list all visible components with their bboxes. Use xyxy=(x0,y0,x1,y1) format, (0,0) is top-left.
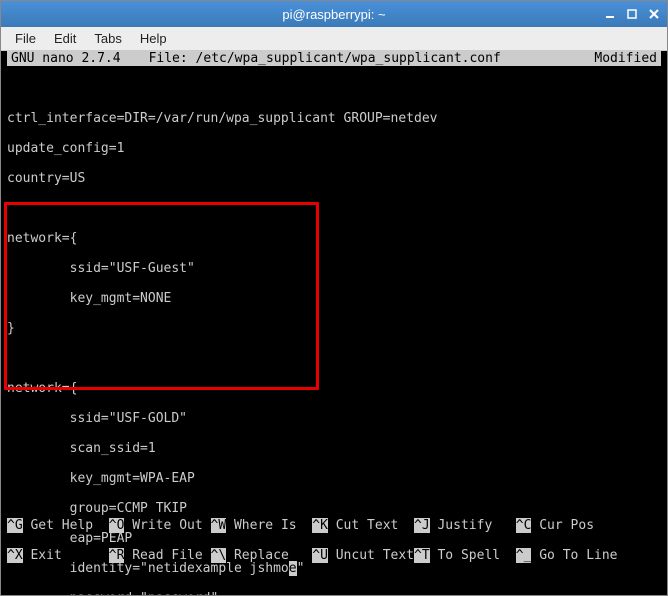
shortcut-label: Get Help xyxy=(23,518,109,533)
shortcut-key: ^\ xyxy=(211,548,227,563)
shortcut-label: Cur Pos xyxy=(531,518,594,533)
window-titlebar: pi@raspberrypi: ~ xyxy=(1,1,667,27)
shortcut-label: Where Is xyxy=(226,518,312,533)
shortcut-label: Read File xyxy=(124,548,210,563)
terminal-window: pi@raspberrypi: ~ File Edit Tabs Help GN… xyxy=(0,0,668,596)
code-line: key_mgmt=WPA-EAP xyxy=(7,471,661,486)
shortcut-key: ^T xyxy=(414,548,430,563)
code-line: scan_ssid=1 xyxy=(7,441,661,456)
code-line xyxy=(7,351,661,366)
menu-tabs[interactable]: Tabs xyxy=(86,28,129,49)
code-line: ctrl_interface=DIR=/var/run/wpa_supplica… xyxy=(7,111,661,126)
shortcut-key: ^C xyxy=(516,518,532,533)
shortcut-label: Go To Line xyxy=(531,548,617,563)
shortcut-label: Replace xyxy=(226,548,312,563)
shortcut-key: ^O xyxy=(109,518,125,533)
window-title: pi@raspberrypi: ~ xyxy=(1,7,667,22)
shortcut-label: Exit xyxy=(23,548,109,563)
shortcut-key: ^J xyxy=(414,518,430,533)
maximize-button[interactable] xyxy=(623,6,641,22)
nano-app-name: GNU nano 2.7.4 xyxy=(11,51,121,66)
code-line xyxy=(7,201,661,216)
shortcut-key: ^G xyxy=(7,518,23,533)
minimize-button[interactable] xyxy=(601,6,619,22)
shortcut-key: ^K xyxy=(312,518,328,533)
code-line xyxy=(7,81,661,96)
shortcut-label: Justify xyxy=(430,518,516,533)
nano-status: Modified xyxy=(594,51,657,66)
window-controls xyxy=(601,6,663,22)
menubar: File Edit Tabs Help xyxy=(1,27,667,51)
shortcut-key: ^_ xyxy=(516,548,532,563)
terminal-area[interactable]: GNU nano 2.7.4 File: /etc/wpa_supplicant… xyxy=(1,51,667,595)
shortcut-label: Cut Text xyxy=(328,518,414,533)
code-line: country=US xyxy=(7,171,661,186)
menu-help[interactable]: Help xyxy=(132,28,175,49)
code-line: ssid="USF-Guest" xyxy=(7,261,661,276)
code-line: network={ xyxy=(7,231,661,246)
menu-file[interactable]: File xyxy=(7,28,44,49)
shortcut-key: ^U xyxy=(312,548,328,563)
shortcut-key: ^W xyxy=(211,518,227,533)
shortcut-label: Write Out xyxy=(124,518,210,533)
code-line: } xyxy=(7,321,661,336)
nano-header: GNU nano 2.7.4 File: /etc/wpa_supplicant… xyxy=(7,51,661,66)
shortcut-key: ^R xyxy=(109,548,125,563)
shortcut-label: To Spell xyxy=(430,548,516,563)
nano-shortcut-bar: ^G Get Help ^O Write Out ^W Where Is ^K … xyxy=(7,503,661,593)
shortcut-key: ^X xyxy=(7,548,23,563)
code-line: update_config=1 xyxy=(7,141,661,156)
code-line: ssid="USF-GOLD" xyxy=(7,411,661,426)
code-line: network={ xyxy=(7,381,661,396)
code-line: key_mgmt=NONE xyxy=(7,291,661,306)
close-button[interactable] xyxy=(645,6,663,22)
menu-edit[interactable]: Edit xyxy=(46,28,84,49)
shortcut-label: Uncut Text xyxy=(328,548,414,563)
nano-file-path: File: /etc/wpa_supplicant/wpa_supplicant… xyxy=(121,51,595,66)
